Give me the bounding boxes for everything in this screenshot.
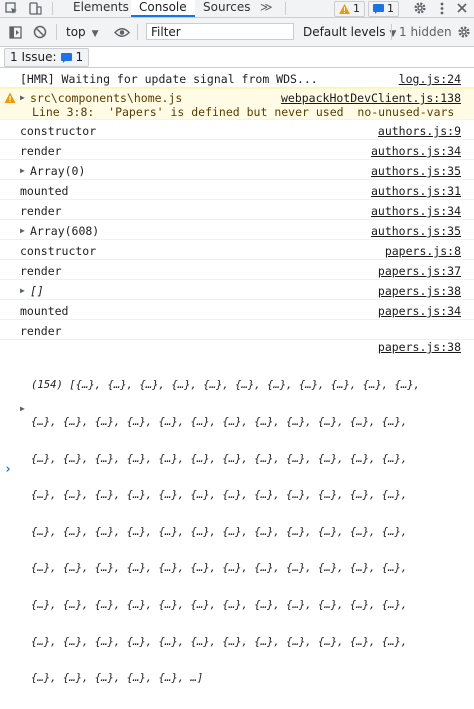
- issues-label: 1 Issue:: [10, 50, 57, 64]
- log-levels-dropdown[interactable]: Default levels ▼: [303, 25, 396, 39]
- log-row: mounted papers.js:34: [0, 300, 474, 320]
- log-row: ▶ Array(0) authors.js:35: [0, 160, 474, 180]
- devtools-tab-bar: Elements Console Sources ≫ 1 1: [0, 0, 474, 18]
- divider: [52, 2, 53, 15]
- log-message: constructor: [20, 244, 97, 258]
- context-selector[interactable]: top ▼: [66, 25, 99, 39]
- array-preview-line: {…}, {…}, {…}, {…}, {…}, {…}, {…}, {…}, …: [31, 562, 408, 575]
- log-row: render papers.js:37: [0, 260, 474, 280]
- log-message: mounted: [20, 184, 69, 198]
- message-icon: [60, 52, 72, 63]
- warnings-badge[interactable]: 1: [334, 1, 365, 17]
- inspect-element-icon[interactable]: [2, 0, 20, 16]
- kebab-menu-icon[interactable]: [433, 0, 451, 16]
- warning-icon: [339, 4, 350, 14]
- warning-file: src\components\home.js: [30, 91, 183, 105]
- gear-icon[interactable]: [456, 24, 472, 40]
- issues-count: 1: [75, 50, 84, 64]
- close-icon[interactable]: [453, 0, 471, 16]
- log-row: ▶ [] papers.js:38: [0, 280, 474, 300]
- issues-button[interactable]: 1 Issue: 1: [4, 48, 90, 67]
- log-message: render: [20, 144, 62, 158]
- warning-detail: Line 3:8: 'Papers' is defined but never …: [32, 105, 455, 119]
- log-message[interactable]: []: [30, 284, 44, 298]
- log-message: render: [20, 324, 62, 338]
- source-link[interactable]: authors.js:9: [378, 124, 461, 138]
- source-link[interactable]: log.js:24: [399, 72, 461, 86]
- issues-bar: 1 Issue: 1: [0, 47, 474, 68]
- gear-icon[interactable]: [411, 0, 429, 16]
- console-log: [HMR] Waiting for update signal from WDS…: [0, 70, 474, 684]
- expand-triangle-icon[interactable]: ▶: [20, 286, 25, 295]
- tab-console[interactable]: Console: [131, 0, 195, 17]
- log-message: mounted: [20, 304, 69, 318]
- tab-elements[interactable]: Elements: [73, 0, 129, 17]
- expand-triangle-icon[interactable]: ▶: [20, 226, 25, 235]
- log-row: constructor authors.js:9: [0, 120, 474, 140]
- filter-input[interactable]: [146, 23, 294, 40]
- source-link[interactable]: authors.js:31: [371, 184, 461, 198]
- expand-triangle-icon[interactable]: ▶: [20, 404, 25, 413]
- log-row: [HMR] Waiting for update signal from WDS…: [0, 70, 474, 88]
- array-preview-line: {…}, {…}, {…}, {…}, {…}, {…}, {…}, {…}, …: [31, 416, 408, 429]
- log-row: constructor papers.js:8: [0, 240, 474, 260]
- log-row: render authors.js:34: [0, 200, 474, 220]
- messages-count: 1: [387, 2, 394, 15]
- log-message: [HMR] Waiting for update signal from WDS…: [20, 72, 318, 86]
- dropdown-arrow-icon: ▼: [91, 29, 99, 39]
- log-message: render: [20, 264, 62, 278]
- warning-icon: [4, 92, 16, 103]
- divider: [56, 24, 57, 40]
- array-preview-line: {…}, {…}, {…}, {…}, {…}, {…}, {…}, {…}, …: [31, 635, 408, 648]
- divider: [285, 2, 286, 15]
- source-link[interactable]: papers.js:38: [378, 284, 461, 298]
- source-link[interactable]: papers.js:8: [385, 244, 461, 258]
- log-message[interactable]: Array(608): [30, 224, 99, 238]
- array-preview-line: {…}, {…}, {…}, {…}, {…}, {…}, {…}, {…}, …: [31, 599, 408, 612]
- log-message[interactable]: Array(0): [30, 164, 85, 178]
- source-link[interactable]: papers.js:38: [378, 340, 461, 354]
- sidebar-toggle-icon[interactable]: [7, 24, 23, 40]
- log-row: render: [0, 320, 474, 340]
- expand-triangle-icon[interactable]: ▶: [20, 93, 25, 102]
- hidden-count: 1 hidden: [399, 25, 452, 39]
- log-row: render authors.js:34: [0, 140, 474, 160]
- log-levels-label: Default levels: [303, 25, 386, 39]
- array-preview-line: {…}, {…}, {…}, {…}, {…}, {…}, {…}, {…}, …: [31, 489, 408, 502]
- array-preview-line: {…}, {…}, {…}, {…}, {…}, …]: [31, 672, 204, 685]
- source-link[interactable]: papers.js:37: [378, 264, 461, 278]
- source-link[interactable]: papers.js:34: [378, 304, 461, 318]
- source-link[interactable]: authors.js:34: [371, 204, 461, 218]
- warnings-count: 1: [353, 2, 360, 15]
- eye-icon[interactable]: [113, 24, 131, 40]
- array-preview-line: (154) [{…}, {…}, {…}, {…}, {…}, {…}, {…}…: [31, 379, 421, 392]
- messages-badge[interactable]: 1: [368, 1, 399, 17]
- expand-triangle-icon[interactable]: ▶: [20, 166, 25, 175]
- clear-console-icon[interactable]: [32, 24, 48, 40]
- source-link[interactable]: webpackHotDevClient.js:138: [281, 91, 461, 105]
- log-row: ▶ Array(608) authors.js:35: [0, 220, 474, 240]
- log-row: mounted authors.js:31: [0, 180, 474, 200]
- warning-row: ▶ src\components\home.js webpackHotDevCl…: [0, 88, 474, 120]
- more-tabs-button[interactable]: ≫: [260, 0, 273, 17]
- array-preview[interactable]: (154) [{…}, {…}, {…}, {…}, {…}, {…}, {…}…: [31, 355, 420, 709]
- source-link[interactable]: authors.js:35: [371, 164, 461, 178]
- message-icon: [373, 4, 384, 14]
- device-toolbar-icon[interactable]: [26, 0, 44, 16]
- console-toolbar: top ▼ Default levels▼ 1 hidden: [0, 18, 474, 47]
- log-message: constructor: [20, 124, 97, 138]
- source-link[interactable]: authors.js:34: [371, 144, 461, 158]
- divider: [137, 24, 138, 40]
- tab-sources[interactable]: Sources: [203, 0, 250, 17]
- array-preview-line: {…}, {…}, {…}, {…}, {…}, {…}, {…}, {…}, …: [31, 452, 408, 465]
- array-preview-line: {…}, {…}, {…}, {…}, {…}, {…}, {…}, {…}, …: [31, 525, 408, 538]
- divider: [391, 24, 392, 40]
- context-label: top: [66, 25, 86, 39]
- console-prompt[interactable]: ›: [4, 462, 12, 477]
- array-log-row: papers.js:38 ▶ (154) [{…}, {…}, {…}, {…}…: [0, 340, 474, 684]
- log-message: render: [20, 204, 62, 218]
- source-link[interactable]: authors.js:35: [371, 224, 461, 238]
